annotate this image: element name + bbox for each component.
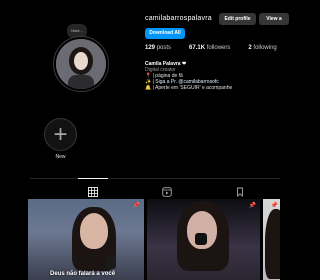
post-thumbnail[interactable]: 📌 [263, 199, 280, 280]
profile-stats: 129 posts 67.1K followers 2 following [145, 45, 277, 51]
post-thumbnail[interactable]: 📌 [147, 199, 260, 280]
avatar-image [56, 39, 106, 89]
avatar[interactable] [56, 39, 106, 89]
grid-icon[interactable] [88, 184, 98, 197]
pin-icon: 📌 [270, 203, 278, 209]
posts-value: 129 [145, 45, 156, 51]
plus-icon: + [53, 121, 68, 148]
followers-label: followers [206, 45, 231, 51]
followers-count[interactable]: 67.1K followers [189, 45, 230, 51]
active-tab-indicator [78, 178, 108, 179]
edit-profile-button[interactable]: Edit profile [219, 13, 256, 25]
microphone-image [195, 233, 207, 245]
highlight-label: New [55, 154, 66, 160]
bio-line-3: 🔔 | Aperte em 'SEGUIR' e acompanhe [145, 85, 233, 91]
following-label: following [253, 45, 277, 51]
posts-label: posts [156, 45, 172, 51]
profile-bio: Camila Palavra ❤ Digital creator 📍 | pág… [145, 61, 232, 91]
username: camilabarrospalavra [145, 15, 212, 22]
microphone-image [106, 255, 116, 269]
reels-icon[interactable] [162, 184, 172, 197]
pin-icon: 📌 [248, 203, 256, 209]
post-image-face [80, 213, 108, 249]
following-value: 2 [248, 45, 252, 51]
following-count[interactable]: 2 following [248, 45, 276, 51]
pin-icon: 📌 [132, 203, 140, 209]
tab-divider [30, 178, 280, 179]
post-image-hair [265, 209, 280, 279]
posts-count[interactable]: 129 posts [145, 45, 171, 51]
post-thumbnail[interactable]: 📌 Deus não falará a você [28, 199, 144, 280]
saved-icon[interactable] [235, 184, 245, 197]
view-archive-button[interactable]: View a [259, 13, 289, 25]
post-caption: Deus não falará a você [50, 271, 116, 277]
download-all-button[interactable]: Download All [145, 28, 185, 39]
followers-value: 67.1K [189, 45, 206, 51]
